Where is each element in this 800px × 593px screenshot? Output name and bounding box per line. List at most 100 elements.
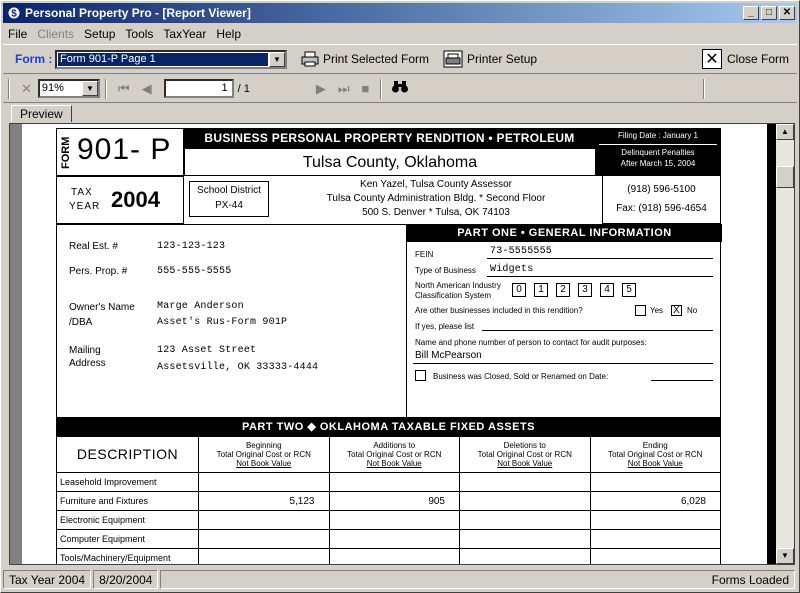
toolbar-separator: [703, 78, 706, 99]
toolbar-separator: [8, 78, 10, 99]
cell-beginning: [198, 510, 330, 530]
col-header-line: Additions to: [373, 441, 416, 450]
viewer-tabs: Preview: [11, 105, 72, 123]
menu-tools[interactable]: Tools: [120, 27, 158, 41]
contact-value: Bill McPearson: [415, 350, 482, 361]
mailing-label: Mailing: [69, 345, 101, 356]
print-selected-form-button[interactable]: Print Selected Form: [301, 51, 429, 67]
cell-beginning: [198, 548, 330, 564]
form-header-title: BUSINESS PERSONAL PROPERTY RENDITION • P…: [184, 128, 595, 165]
contact-label: Name and phone number of person to conta…: [415, 338, 647, 347]
toolbar-separator: [104, 78, 107, 99]
form-word: FORM: [60, 136, 72, 170]
business-closed-checkbox[interactable]: [415, 370, 426, 381]
table-row: Leasehold Improvement: [56, 472, 721, 492]
naics-digit: 5: [622, 283, 636, 297]
next-page-icon[interactable]: ▶: [316, 81, 326, 97]
app-window: $ Personal Property Pro - [Report Viewer…: [0, 0, 800, 593]
dba-label: /DBA: [69, 317, 93, 328]
cell-ending: [589, 472, 721, 492]
printer-setup-button[interactable]: Printer Setup: [443, 50, 537, 68]
filing-info: Filing Date : January 1 Delinquent Penal…: [595, 128, 721, 176]
cell-beginning: 5,123: [198, 491, 330, 511]
zoom-select[interactable]: 91% ▼: [37, 79, 100, 98]
chevron-down-icon[interactable]: ▼: [269, 51, 285, 67]
title-bar: $ Personal Property Pro - [Report Viewer…: [3, 3, 797, 23]
print-selected-form-label: Print Selected Form: [323, 52, 430, 66]
status-message: Forms Loaded: [160, 569, 795, 589]
minimize-button[interactable]: _: [743, 6, 759, 20]
fixed-assets-table: DESCRIPTION Beginning Total Original Cos…: [56, 436, 721, 564]
tax-year-box: TAX YEAR 2004: [56, 176, 184, 224]
naics-label-1: North American Industry: [415, 281, 501, 290]
owner-name: Marge Anderson: [157, 301, 244, 312]
menu-taxyear[interactable]: TaxYear: [158, 27, 211, 41]
stop-loading-icon[interactable]: ■: [362, 81, 370, 96]
status-tax-year: Tax Year 2004: [3, 569, 92, 589]
form-select-value: Form 901-P Page 1: [58, 52, 268, 66]
first-page-icon[interactable]: ⏮: [118, 81, 130, 97]
part-two-header: PART TWO ◆ OKLAHOMA TAXABLE FIXED ASSETS: [56, 418, 721, 436]
table-row: Furniture and Fixtures 5,123 905 6,028: [56, 491, 721, 511]
naics-digit: 2: [556, 283, 570, 297]
maximize-button[interactable]: □: [761, 6, 777, 20]
previous-page-icon[interactable]: ◀: [142, 81, 152, 97]
menu-clients[interactable]: Clients: [32, 27, 79, 41]
cell-deletions: [459, 548, 591, 564]
col-header-line: Total Original Cost or RCN: [477, 450, 572, 459]
contact-line: [413, 363, 713, 364]
delinquent-line-2: After March 15, 2004: [620, 159, 696, 168]
scroll-up-icon[interactable]: ▲: [776, 124, 794, 140]
status-bar: Tax Year 2004 8/20/2004 Forms Loaded: [3, 568, 797, 590]
column-header-deletions: Deletions to Total Original Cost or RCN …: [459, 436, 591, 473]
scroll-thumb[interactable]: [776, 166, 794, 188]
form-number: 901- P: [77, 133, 172, 166]
form-select[interactable]: Form 901-P Page 1 ▼: [55, 49, 287, 69]
menu-help[interactable]: Help: [211, 27, 246, 41]
last-page-icon[interactable]: ⏭: [338, 81, 350, 97]
no-checkbox[interactable]: X: [671, 305, 682, 316]
close-window-button[interactable]: ✕: [779, 6, 795, 20]
close-form-icon: ✕: [701, 49, 722, 69]
close-form-button[interactable]: ✕ Close Form: [701, 49, 789, 69]
svg-text:$: $: [11, 9, 17, 20]
tab-preview[interactable]: Preview: [11, 105, 72, 122]
naics-digit: 1: [534, 283, 548, 297]
naics-label-2: Classification System: [415, 291, 492, 300]
year-label: YEAR: [69, 201, 101, 212]
real-estate-label: Real Est. #: [69, 241, 118, 252]
row-description: Electronic Equipment: [56, 510, 199, 530]
cell-additions: 905: [328, 491, 460, 511]
menu-setup[interactable]: Setup: [79, 27, 120, 41]
vertical-scrollbar[interactable]: ▲ ▼: [776, 124, 794, 564]
stop-icon[interactable]: ✕: [21, 81, 32, 97]
close-form-label: Close Form: [726, 52, 789, 66]
cell-ending: [589, 510, 721, 530]
tax-label: TAX: [71, 187, 93, 198]
table-header-row: DESCRIPTION Beginning Total Original Cos…: [56, 436, 721, 473]
cell-beginning: [198, 472, 330, 492]
if-yes-line: [482, 330, 713, 331]
yes-checkbox[interactable]: [635, 305, 646, 316]
app-icon[interactable]: $: [6, 5, 22, 21]
row-description: Leasehold Improvement: [56, 472, 199, 492]
menu-file[interactable]: File: [3, 27, 32, 41]
yes-label: Yes: [650, 306, 664, 315]
delinquent-line-1: Delinquent Penalties: [621, 148, 695, 157]
real-estate-number: 123-123-123: [157, 241, 226, 252]
part-one-header: PART ONE • GENERAL INFORMATION: [407, 224, 722, 242]
find-binoculars-icon[interactable]: [391, 80, 409, 97]
col-header-line: Ending: [642, 441, 668, 450]
viewer-margin: [10, 124, 22, 564]
personal-property-number: 555-555-5555: [157, 266, 232, 277]
cell-deletions: [459, 529, 591, 549]
naics-digit: 0: [512, 283, 526, 297]
contact-box: (918) 596-5100 Fax: (918) 596-4654: [602, 176, 721, 224]
report-page: FORM 901- P BUSINESS PERSONAL PROPERTY R…: [22, 124, 767, 564]
col-header-line: Not Book Value: [497, 459, 553, 468]
fax-number: Fax: (918) 596-4654: [616, 203, 707, 214]
zoom-chevron-down-icon[interactable]: ▼: [81, 81, 98, 96]
scroll-down-icon[interactable]: ▼: [776, 548, 794, 564]
col-header-line: Deletions to: [503, 441, 546, 450]
page-number-input[interactable]: 1: [163, 79, 234, 98]
